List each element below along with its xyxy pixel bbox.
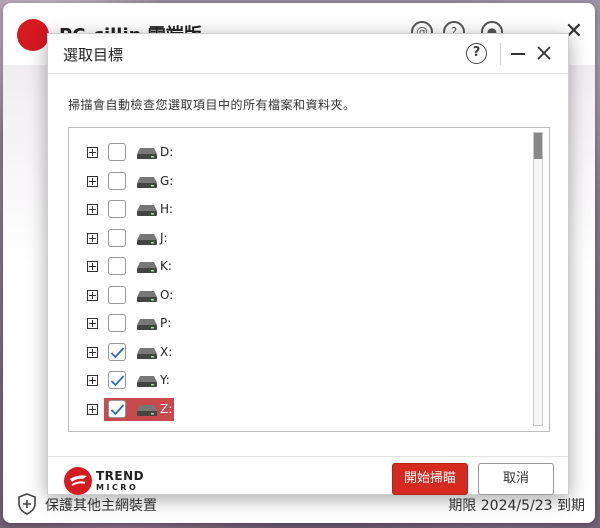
dialog-header: 選取目標 ? bbox=[48, 34, 568, 74]
hard-drive-icon bbox=[137, 148, 157, 159]
start-scan-button[interactable]: 開始掃瞄 bbox=[392, 463, 468, 495]
drive-tree[interactable]: Z: Y: X: P: O: K: J: H: G: D: bbox=[68, 127, 550, 432]
drive-checkbox[interactable] bbox=[108, 399, 126, 418]
drive-row[interactable]: Z: bbox=[69, 397, 539, 423]
select-target-dialog: 選取目標 ? 掃描會自動檢查您選取項目中的所有檔案和資料夾。 Z: Y: X: P: O… bbox=[47, 33, 569, 495]
drive-row[interactable]: K: bbox=[69, 254, 539, 280]
drive-checkbox[interactable] bbox=[108, 171, 126, 190]
hard-drive-icon bbox=[137, 176, 157, 188]
drive-label: H: bbox=[160, 202, 174, 216]
brand-name: TREND bbox=[96, 469, 145, 483]
drive-checkbox[interactable] bbox=[108, 228, 126, 247]
checkmark-icon bbox=[110, 375, 125, 387]
help-icon[interactable]: ? bbox=[466, 43, 487, 64]
drive-label: J: bbox=[160, 230, 168, 245]
scrollbar[interactable] bbox=[533, 132, 543, 426]
brand-name-sub: MICRO bbox=[96, 483, 139, 492]
drive-checkbox[interactable] bbox=[108, 314, 126, 332]
header-divider bbox=[500, 43, 501, 65]
drive-row[interactable]: X: bbox=[69, 340, 539, 366]
drive-checkbox[interactable] bbox=[108, 371, 126, 389]
drive-label: P: bbox=[160, 316, 172, 330]
drive-checkbox[interactable] bbox=[108, 285, 126, 304]
hard-drive-icon bbox=[137, 205, 157, 216]
drive-label: G: bbox=[160, 173, 174, 188]
expand-plus-icon[interactable] bbox=[87, 232, 98, 244]
drive-label: O: bbox=[160, 287, 174, 302]
trend-micro-logo-icon bbox=[17, 19, 49, 51]
expand-plus-icon[interactable] bbox=[87, 403, 98, 415]
drive-row[interactable]: Y: bbox=[69, 368, 539, 394]
drive-row[interactable]: O: bbox=[69, 283, 539, 309]
scrollbar-thumb[interactable] bbox=[534, 133, 542, 159]
expand-plus-icon[interactable] bbox=[87, 147, 98, 158]
drive-row[interactable]: P: bbox=[69, 311, 539, 337]
expand-plus-icon[interactable] bbox=[87, 204, 98, 215]
drive-checkbox[interactable] bbox=[108, 200, 126, 218]
close-icon[interactable] bbox=[534, 43, 554, 63]
hard-drive-icon bbox=[137, 404, 157, 416]
hard-drive-icon bbox=[137, 262, 157, 273]
drive-row[interactable]: H: bbox=[69, 197, 539, 223]
scan-description: 掃描會自動檢查您選取項目中的所有檔案和資料夾。 bbox=[68, 98, 356, 112]
hard-drive-icon bbox=[137, 347, 157, 359]
hard-drive-icon bbox=[137, 290, 157, 302]
expand-plus-icon[interactable] bbox=[87, 289, 98, 301]
trend-micro-logo-icon bbox=[64, 467, 92, 495]
protect-other-devices-link[interactable]: 保護其他主網裝置 bbox=[45, 495, 157, 515]
drive-label: Z: bbox=[160, 401, 173, 416]
checkmark-icon bbox=[110, 346, 125, 358]
drive-label: K: bbox=[160, 259, 172, 273]
expand-plus-icon[interactable] bbox=[87, 318, 98, 329]
dialog-title: 選取目標 bbox=[63, 46, 124, 64]
hard-drive-icon bbox=[137, 319, 157, 330]
expand-plus-icon[interactable] bbox=[87, 346, 98, 358]
drive-row[interactable]: D: bbox=[69, 140, 539, 166]
drive-checkbox[interactable] bbox=[108, 257, 126, 275]
expand-plus-icon[interactable] bbox=[87, 375, 98, 386]
minimize-icon[interactable] bbox=[511, 53, 525, 55]
subscription-expiry: 期限 2024/5/23 到期 bbox=[448, 498, 585, 514]
hard-drive-icon bbox=[137, 376, 157, 387]
drive-row[interactable]: J: bbox=[69, 226, 539, 252]
cancel-button[interactable]: 取消 bbox=[478, 463, 554, 495]
checkmark-icon bbox=[110, 403, 125, 415]
drive-label: X: bbox=[160, 344, 173, 359]
hard-drive-icon bbox=[137, 233, 157, 245]
drive-row[interactable]: G: bbox=[69, 169, 539, 195]
shield-plus-icon bbox=[18, 493, 36, 515]
expand-plus-icon[interactable] bbox=[87, 175, 98, 187]
drive-label: D: bbox=[160, 145, 174, 159]
drive-checkbox[interactable] bbox=[108, 143, 126, 161]
drive-checkbox[interactable] bbox=[108, 342, 126, 361]
drive-label: Y: bbox=[160, 373, 170, 387]
expand-plus-icon[interactable] bbox=[87, 261, 98, 272]
